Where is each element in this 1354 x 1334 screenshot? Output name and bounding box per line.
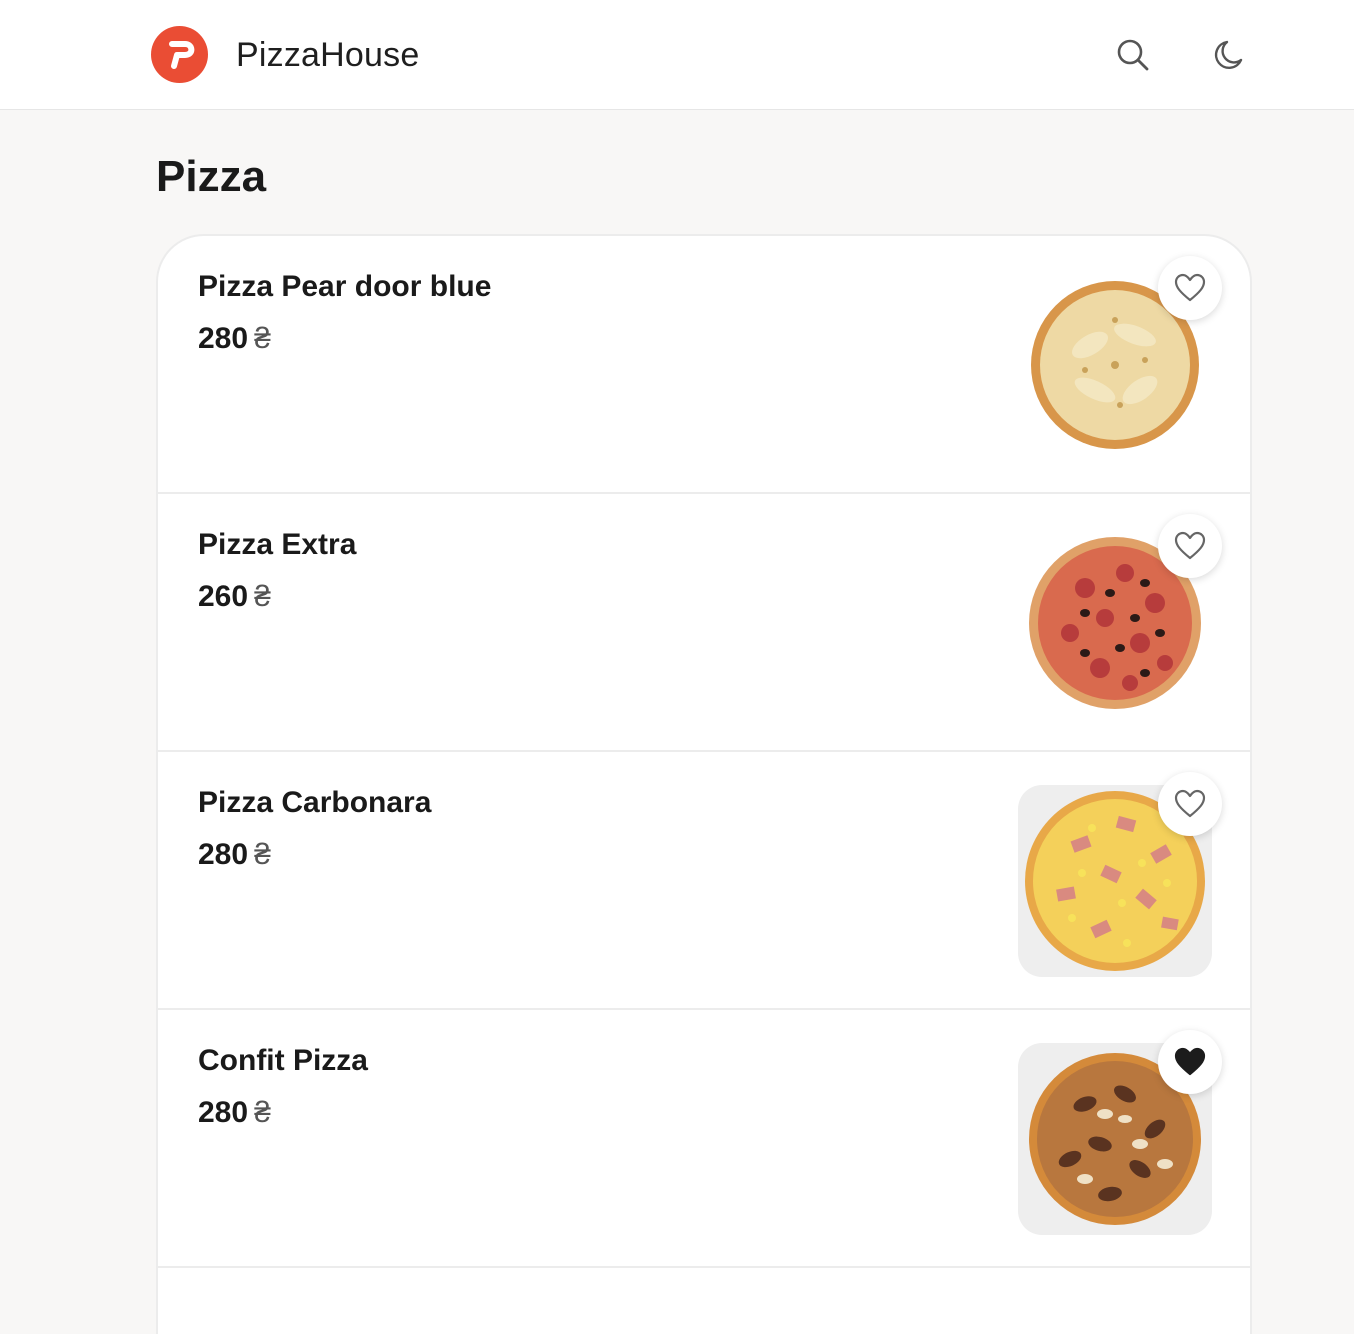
heart-filled-icon bbox=[1174, 1047, 1206, 1076]
product-name: Confit Pizza bbox=[198, 1044, 368, 1077]
top-header: PizzaHouse bbox=[0, 0, 1354, 110]
product-name: Pizza Pear door blue bbox=[198, 270, 492, 303]
theme-toggle-button[interactable] bbox=[1206, 33, 1250, 77]
product-list: Pizza Pear door blue 280 ₴ Pizza Extra 2… bbox=[156, 234, 1252, 1334]
product-price: 280 ₴ bbox=[198, 1096, 271, 1129]
product-card[interactable]: Confit Pizza 280 ₴ bbox=[158, 1010, 1250, 1268]
product-card[interactable]: Pizza Carbonara 280 ₴ bbox=[158, 752, 1250, 1010]
currency-symbol: ₴ bbox=[254, 1096, 271, 1129]
pizzahouse-logo-icon[interactable] bbox=[151, 26, 208, 83]
heart-outline-icon bbox=[1174, 273, 1206, 302]
product-price: 260 ₴ bbox=[198, 580, 271, 613]
search-icon bbox=[1117, 39, 1149, 71]
favorite-button[interactable] bbox=[1158, 514, 1222, 578]
search-button[interactable] bbox=[1111, 33, 1155, 77]
favorite-button[interactable] bbox=[1158, 1030, 1222, 1094]
currency-symbol: ₴ bbox=[254, 838, 271, 871]
product-price: 280 ₴ bbox=[198, 838, 271, 871]
product-price: 280 ₴ bbox=[198, 322, 271, 355]
currency-symbol: ₴ bbox=[254, 580, 271, 613]
heart-outline-icon bbox=[1174, 789, 1206, 818]
product-name: Pizza Carbonara bbox=[198, 786, 432, 819]
heart-outline-icon bbox=[1174, 531, 1206, 560]
favorite-button[interactable] bbox=[1158, 256, 1222, 320]
product-name: Pizza Extra bbox=[198, 528, 357, 561]
page-title: Pizza bbox=[156, 152, 267, 201]
product-card[interactable]: Pizza Pear door blue 280 ₴ bbox=[158, 236, 1250, 494]
moon-icon bbox=[1214, 40, 1243, 70]
product-card[interactable]: Pizza Extra 260 ₴ bbox=[158, 494, 1250, 752]
favorite-button[interactable] bbox=[1158, 772, 1222, 836]
currency-symbol: ₴ bbox=[254, 322, 271, 355]
brand-name[interactable]: PizzaHouse bbox=[236, 36, 419, 75]
